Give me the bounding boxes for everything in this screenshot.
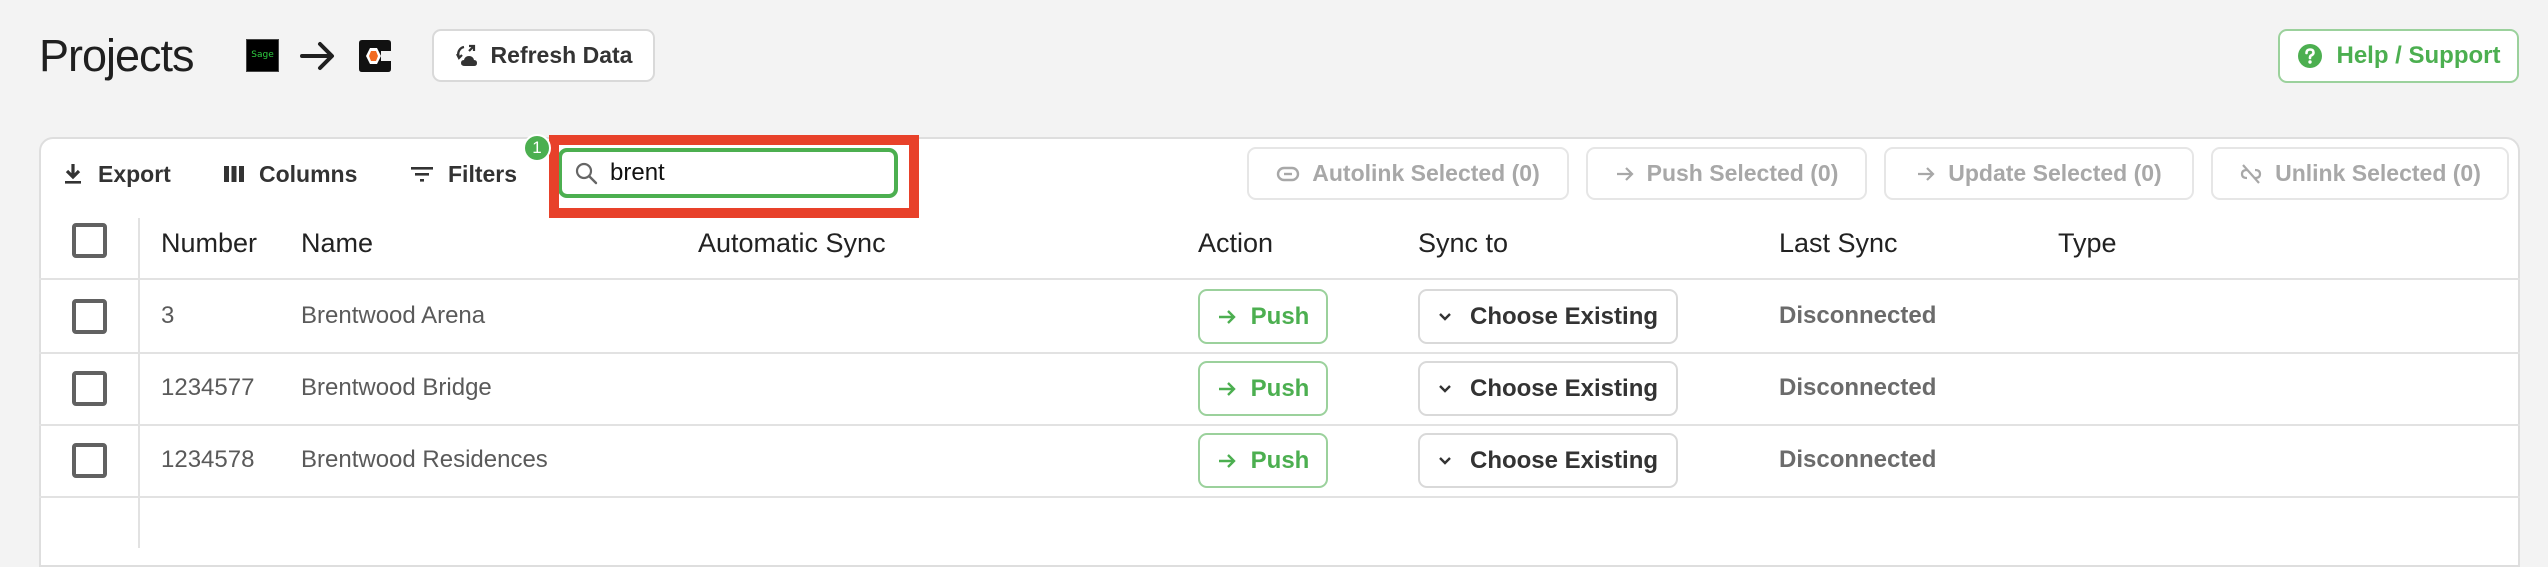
columns-button[interactable]: Columns xyxy=(223,155,357,193)
row-checkbox[interactable] xyxy=(72,371,107,406)
download-icon xyxy=(65,164,81,184)
chevron-down-icon xyxy=(1439,456,1451,465)
push-selected-button[interactable]: Push Selected (0) xyxy=(1586,147,1867,200)
filter-icon xyxy=(411,167,433,182)
procore-logo-icon xyxy=(359,40,391,72)
search-field[interactable] xyxy=(558,148,898,198)
column-header-type[interactable]: Type xyxy=(2058,226,2117,260)
arrow-right-icon xyxy=(1218,453,1236,468)
column-header-automatic-sync[interactable]: Automatic Sync xyxy=(698,226,886,260)
cell-name: Brentwood Residences xyxy=(301,446,548,473)
arrow-right-icon xyxy=(300,42,334,70)
column-header-last-sync[interactable]: Last Sync xyxy=(1779,226,1898,260)
column-header-sync-to[interactable]: Sync to xyxy=(1418,226,1508,260)
columns-label: Columns xyxy=(259,160,358,187)
cell-number: 1234578 xyxy=(161,446,255,473)
select-all-checkbox[interactable] xyxy=(72,223,107,258)
row-checkbox[interactable] xyxy=(72,299,107,334)
update-selected-label: Update Selected (0) xyxy=(1948,160,2162,186)
choose-existing-dropdown[interactable]: Choose Existing xyxy=(1418,433,1678,488)
refresh-data-button[interactable]: Refresh Data xyxy=(432,29,655,82)
push-button[interactable]: Push xyxy=(1198,361,1328,416)
cell-name: Brentwood Bridge xyxy=(301,374,492,401)
column-header-number[interactable]: Number xyxy=(161,226,257,260)
cell-last-sync: Disconnected xyxy=(1779,302,1937,329)
push-label: Push xyxy=(1250,302,1310,330)
push-label: Push xyxy=(1250,374,1310,402)
cloud-sync-icon xyxy=(455,44,477,66)
arrow-right-icon xyxy=(1218,381,1236,396)
filters-button[interactable]: Filters xyxy=(410,155,517,193)
choose-existing-dropdown[interactable]: Choose Existing xyxy=(1418,361,1678,416)
row-divider xyxy=(39,352,2520,354)
chevron-down-icon xyxy=(1439,384,1451,393)
export-button[interactable]: Export xyxy=(62,155,171,193)
sage-logo-icon: Sage xyxy=(246,39,279,72)
push-button[interactable]: Push xyxy=(1198,433,1328,488)
filter-count-badge: 1 xyxy=(523,134,551,162)
row-divider xyxy=(39,278,2520,280)
cell-name: Brentwood Arena xyxy=(301,302,486,329)
cell-last-sync: Disconnected xyxy=(1779,374,1937,401)
push-button[interactable]: Push xyxy=(1198,289,1328,344)
autolink-selected-label: Autolink Selected (0) xyxy=(1312,160,1540,186)
columns-icon xyxy=(224,166,244,182)
push-selected-label: Push Selected (0) xyxy=(1646,160,1839,186)
refresh-data-label: Refresh Data xyxy=(490,42,633,68)
arrow-right-icon xyxy=(1616,166,1634,181)
filters-label: Filters xyxy=(448,160,518,187)
choose-existing-dropdown[interactable]: Choose Existing xyxy=(1418,289,1678,344)
cell-number: 1234577 xyxy=(161,374,255,401)
arrow-right-icon xyxy=(1218,309,1236,324)
autolink-selected-button[interactable]: Autolink Selected (0) xyxy=(1247,147,1569,200)
push-label: Push xyxy=(1250,446,1310,474)
search-icon xyxy=(575,162,598,185)
cell-last-sync: Disconnected xyxy=(1779,446,1937,473)
row-divider xyxy=(39,424,2520,426)
column-header-name[interactable]: Name xyxy=(301,226,373,260)
unlink-icon xyxy=(2241,163,2262,184)
arrow-right-icon xyxy=(1918,166,1935,181)
chevron-down-icon xyxy=(1439,312,1451,321)
link-icon xyxy=(1277,166,1300,181)
row-checkbox[interactable] xyxy=(72,443,107,478)
export-label: Export xyxy=(98,160,171,187)
unlink-selected-label: Unlink Selected (0) xyxy=(2275,160,2481,186)
update-selected-button[interactable]: Update Selected (0) xyxy=(1884,147,2194,200)
help-circle-icon xyxy=(2297,44,2322,68)
choose-existing-label: Choose Existing xyxy=(1469,446,1659,474)
row-divider xyxy=(39,496,2520,498)
choose-existing-label: Choose Existing xyxy=(1469,374,1659,402)
cell-number: 3 xyxy=(161,302,175,329)
page-title: Projects xyxy=(39,30,195,81)
help-support-button[interactable]: Help / Support xyxy=(2278,29,2519,83)
choose-existing-label: Choose Existing xyxy=(1469,302,1659,330)
checkbox-column-divider xyxy=(138,218,140,548)
search-input[interactable] xyxy=(610,159,870,187)
help-support-label: Help / Support xyxy=(2336,42,2501,69)
column-header-action[interactable]: Action xyxy=(1198,226,1273,260)
unlink-selected-button[interactable]: Unlink Selected (0) xyxy=(2211,147,2509,200)
